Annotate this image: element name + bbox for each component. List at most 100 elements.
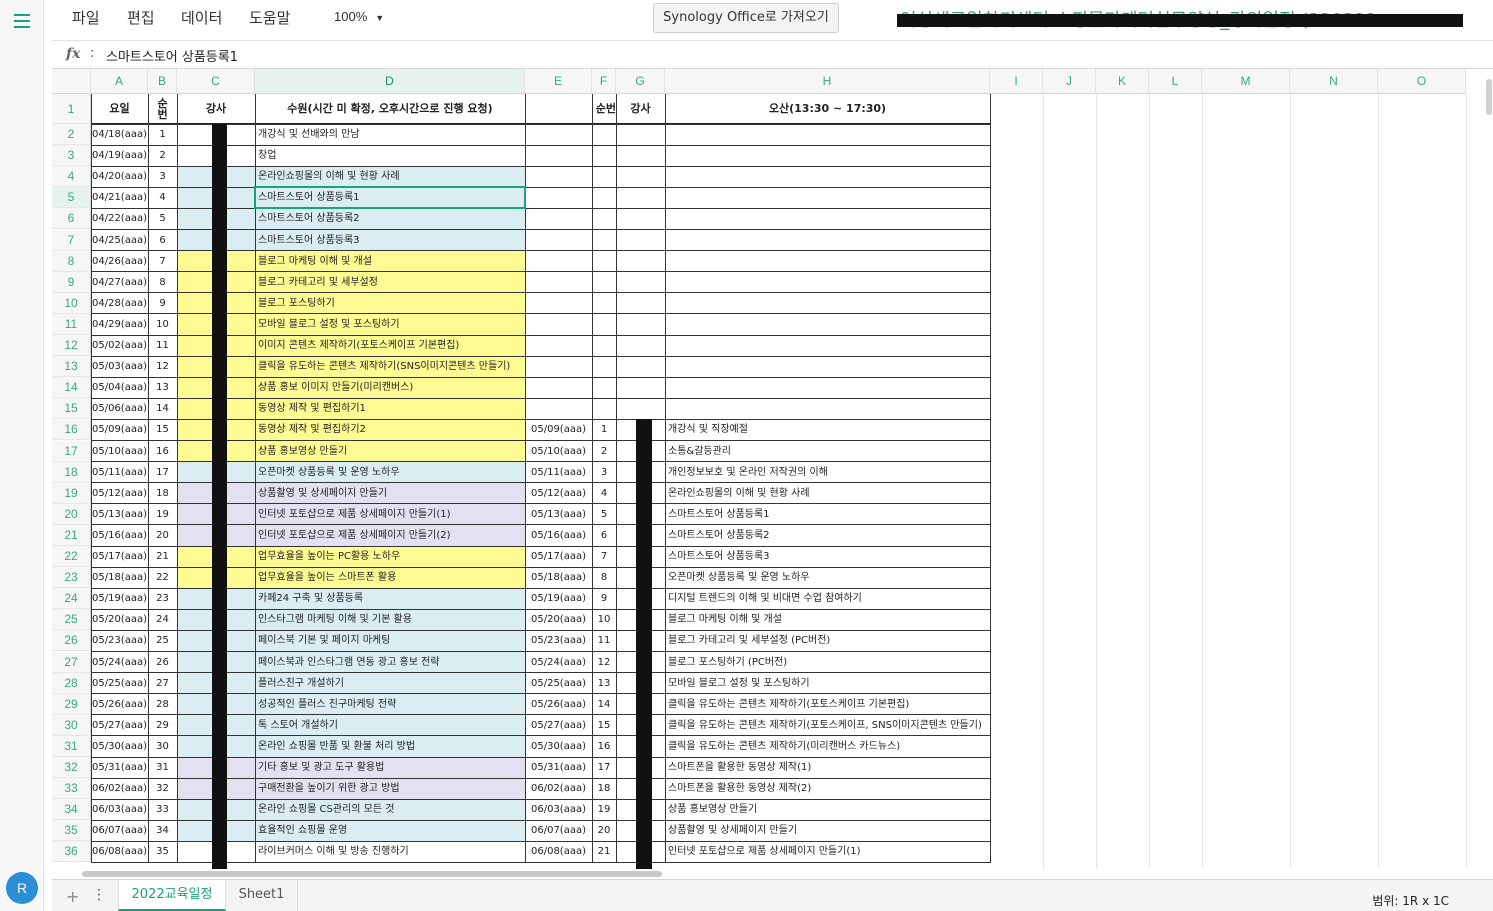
cell-d[interactable]: 라이브커머스 이해 및 방송 진행하기 [255, 841, 525, 862]
cell-b[interactable]: 13 [148, 377, 177, 398]
cell-e[interactable]: 06/08(aaa) [525, 841, 592, 862]
cell-d[interactable]: 성공적인 플러스 친구마케팅 전략 [255, 694, 525, 715]
cell-b[interactable]: 29 [148, 715, 177, 736]
sheet-menu-icon[interactable]: ⋮ [92, 887, 106, 903]
add-sheet-button[interactable]: + [66, 887, 79, 906]
cell-f[interactable]: 1 [592, 419, 616, 440]
cell-f[interactable]: 14 [592, 694, 616, 715]
cell-a[interactable]: 06/07(aaa) [91, 820, 148, 841]
cell-e[interactable]: 05/12(aaa) [525, 483, 592, 504]
cell-b[interactable]: 35 [148, 841, 177, 862]
row-header-18[interactable]: 18 [52, 461, 91, 483]
cell-b[interactable]: 16 [148, 441, 177, 462]
header-cell-a[interactable]: 요일 [91, 94, 148, 124]
row-header-36[interactable]: 36 [52, 841, 91, 863]
column-header-l[interactable]: L [1149, 69, 1202, 94]
cell-a[interactable]: 05/03(aaa) [91, 356, 148, 377]
cell-h[interactable]: 블로그 카테고리 및 세부설정 (PC버전) [665, 630, 990, 651]
cell-a[interactable]: 05/19(aaa) [91, 588, 148, 609]
cell-a[interactable]: 05/11(aaa) [91, 462, 148, 483]
cell-a[interactable]: 04/20(aaa) [91, 166, 148, 187]
cell-b[interactable]: 7 [148, 251, 177, 272]
sheet-tab-sheet1[interactable]: Sheet1 [226, 880, 298, 911]
cell-h[interactable]: 모바일 블로그 설정 및 포스팅하기 [665, 673, 990, 694]
row-header-15[interactable]: 15 [52, 398, 91, 420]
cell-d[interactable]: 카페24 구축 및 상품등록 [255, 588, 525, 609]
cell-b[interactable]: 32 [148, 778, 177, 799]
cell-f[interactable]: 10 [592, 609, 616, 630]
row-header-10[interactable]: 10 [52, 292, 91, 314]
cell-b[interactable]: 4 [148, 187, 177, 208]
hamburger-menu-icon[interactable] [12, 12, 32, 30]
column-header-a[interactable]: A [91, 69, 148, 94]
cell-d[interactable]: 업무효율을 높이는 PC활용 노하우 [255, 546, 525, 567]
cell-a[interactable]: 05/26(aaa) [91, 694, 148, 715]
import-to-synology-office-button[interactable]: Synology Office로 가져오기 [653, 3, 839, 33]
cell-a[interactable]: 04/29(aaa) [91, 314, 148, 335]
cell-h[interactable]: 클릭을 유도하는 콘텐츠 제작하기(미리캔버스 카드뉴스) [665, 736, 990, 757]
header-cell-c[interactable]: 강사 [177, 94, 255, 124]
cell-b[interactable]: 34 [148, 820, 177, 841]
cell-d[interactable]: 상품 홍보 이미지 만들기(미리캔버스) [255, 377, 525, 398]
cell-e[interactable]: 05/17(aaa) [525, 546, 592, 567]
cell-f[interactable]: 21 [592, 841, 616, 862]
cell-a[interactable]: 05/30(aaa) [91, 736, 148, 757]
menu-data[interactable]: 데이터 [181, 7, 222, 28]
row-header-8[interactable]: 8 [52, 250, 91, 272]
cell-a[interactable]: 05/23(aaa) [91, 630, 148, 651]
row-header-21[interactable]: 21 [52, 524, 91, 546]
column-header-e[interactable]: E [525, 69, 592, 94]
row-header-33[interactable]: 33 [52, 778, 91, 800]
cell-h[interactable]: 블로그 포스팅하기 (PC버전) [665, 652, 990, 673]
cell-f[interactable]: 4 [592, 483, 616, 504]
header-cell-g[interactable]: 강사 [616, 94, 665, 124]
column-header-g[interactable]: G [616, 69, 665, 94]
cell-f[interactable]: 13 [592, 673, 616, 694]
cell-h[interactable]: 온라인쇼핑몰의 이해 및 현황 사례 [665, 483, 990, 504]
cell-h[interactable]: 개강식 및 직장예절 [665, 419, 990, 440]
cell-b[interactable]: 22 [148, 567, 177, 588]
row-header-27[interactable]: 27 [52, 651, 91, 673]
cell-b[interactable]: 10 [148, 314, 177, 335]
cell-b[interactable]: 8 [148, 272, 177, 293]
cell-d[interactable]: 클릭을 유도하는 콘텐츠 제작하기(SNS이미지콘텐츠 만들기) [255, 356, 525, 377]
cell-e[interactable]: 05/11(aaa) [525, 462, 592, 483]
cell-e[interactable]: 05/31(aaa) [525, 757, 592, 778]
cell-f[interactable]: 16 [592, 736, 616, 757]
column-header-f[interactable]: F [592, 69, 616, 94]
cell-b[interactable]: 20 [148, 525, 177, 546]
cell-b[interactable]: 26 [148, 652, 177, 673]
cell-e[interactable]: 05/30(aaa) [525, 736, 592, 757]
cell-d[interactable]: 창업 [255, 145, 525, 166]
cell-a[interactable]: 05/24(aaa) [91, 652, 148, 673]
cell-b[interactable]: 9 [148, 293, 177, 314]
cell-h[interactable]: 상품촬영 및 상세페이지 만들기 [665, 820, 990, 841]
cell-d[interactable]: 효율적인 쇼핑몰 운영 [255, 820, 525, 841]
cell-h[interactable]: 스마트스토어 상품등록1 [665, 504, 990, 525]
cell-b[interactable]: 30 [148, 736, 177, 757]
cell-d[interactable]: 스마트스토어 상품등록3 [255, 230, 525, 251]
menu-edit[interactable]: 편집 [127, 7, 155, 28]
cell-d[interactable]: 기타 홍보 및 광고 도구 활용법 [255, 757, 525, 778]
cell-a[interactable]: 04/26(aaa) [91, 251, 148, 272]
formula-input[interactable]: 스마트스토어 상품등록1 [106, 46, 238, 65]
cell-b[interactable]: 15 [148, 419, 177, 440]
zoom-select[interactable]: 100% ▼ [334, 9, 384, 24]
cell-b[interactable]: 6 [148, 230, 177, 251]
cell-f[interactable]: 6 [592, 525, 616, 546]
cell-a[interactable]: 06/08(aaa) [91, 841, 148, 862]
cell-a[interactable]: 05/09(aaa) [91, 419, 148, 440]
cell-f[interactable]: 7 [592, 546, 616, 567]
cell-e[interactable]: 05/18(aaa) [525, 567, 592, 588]
cell-b[interactable]: 31 [148, 757, 177, 778]
row-header-19[interactable]: 19 [52, 482, 91, 504]
cell-e[interactable]: 05/24(aaa) [525, 652, 592, 673]
menu-help[interactable]: 도움말 [249, 7, 290, 28]
cell-d[interactable]: 플러스친구 개설하기 [255, 673, 525, 694]
cell-e[interactable]: 05/10(aaa) [525, 441, 592, 462]
cell-e[interactable]: 05/09(aaa) [525, 419, 592, 440]
cell-d[interactable]: 상품촬영 및 상세페이지 만들기 [255, 483, 525, 504]
cell-h[interactable]: 클릭을 유도하는 콘텐츠 제작하기(포토스케이프, SNS이미지콘텐츠 만들기) [665, 715, 990, 736]
cell-d[interactable]: 스마트스토어 상품등록2 [255, 208, 525, 229]
cell-f[interactable]: 3 [592, 462, 616, 483]
